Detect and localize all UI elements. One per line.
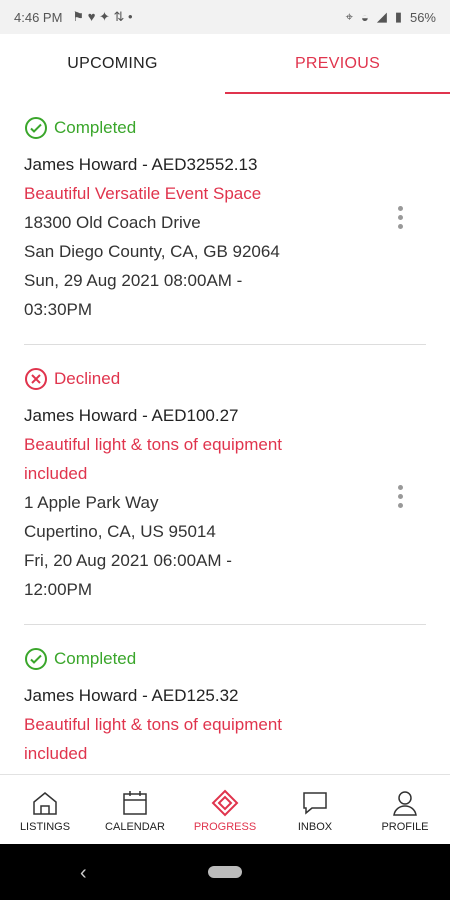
system-navigation-bar: ‹ <box>0 844 450 900</box>
venue-name-line-2[interactable]: included <box>24 739 426 768</box>
notification-icons: ⚑ ♥ ✦ ⇅ • <box>72 9 133 24</box>
tab-upcoming[interactable]: UPCOMING <box>0 34 225 94</box>
venue-name[interactable]: Beautiful Versatile Event Space <box>24 179 426 208</box>
booking-card[interactable]: Completed James Howard - AED125.32 Beaut… <box>24 625 426 774</box>
date-line-2: 03:30PM <box>24 300 93 319</box>
booking-list[interactable]: Completed James Howard - AED32552.13 Bea… <box>0 94 450 774</box>
status-bar: 4:46 PM ⚑ ♥ ✦ ⇅ • ⌖ ◒ ◢ ▮ 56% <box>0 0 450 34</box>
check-circle-icon <box>25 117 47 139</box>
back-icon[interactable]: ‹ <box>80 862 87 885</box>
signal-icon: ◢ <box>376 9 387 24</box>
chat-icon <box>303 791 327 815</box>
nav-listings[interactable]: LISTINGS <box>0 775 90 845</box>
more-options-icon[interactable] <box>396 485 404 508</box>
status-declined: Declined <box>24 367 426 391</box>
guest-amount: James Howard - AED100.27 <box>24 406 239 425</box>
address-line-1: 1 Apple Park Way <box>24 493 159 512</box>
nav-progress[interactable]: PROGRESS <box>180 775 270 845</box>
wifi-icon: ◒ <box>360 9 369 25</box>
nav-label: PROFILE <box>381 820 429 833</box>
guest-amount: James Howard - AED125.32 <box>24 686 239 705</box>
nav-calendar[interactable]: CALENDAR <box>90 775 180 845</box>
clock: 4:46 PM <box>14 9 63 25</box>
battery-icon: ▮ <box>394 9 402 24</box>
bottom-navigation: LISTINGS CALENDAR PROGRESS INBOX PROFILE <box>0 774 450 845</box>
date-line-2: 12:00PM <box>24 580 93 599</box>
booking-card[interactable]: Completed James Howard - AED32552.13 Bea… <box>24 94 426 345</box>
check-circle-icon <box>25 648 47 670</box>
venue-name-line-1[interactable]: Beautiful light & tons of equipment <box>24 430 426 459</box>
booking-tabs: UPCOMING PREVIOUS <box>0 34 450 94</box>
nav-label: LISTINGS <box>19 820 71 833</box>
address-line-2: Cupertino, CA, US 95014 <box>24 522 216 541</box>
date-line-1: Sun, 29 Aug 2021 08:00AM - <box>24 271 243 290</box>
calendar-icon <box>123 790 147 815</box>
nav-label: PROGRESS <box>193 820 257 833</box>
nav-inbox[interactable]: INBOX <box>270 775 360 845</box>
person-icon <box>393 790 417 816</box>
address-line-2: San Diego County, CA, GB 92064 <box>24 242 280 261</box>
date-line-1: Fri, 20 Aug 2021 06:00AM - <box>24 551 232 570</box>
guest-amount: James Howard - AED32552.13 <box>24 155 258 174</box>
house-icon <box>33 791 57 815</box>
nav-label: CALENDAR <box>105 820 165 833</box>
status-text: Completed <box>54 649 137 668</box>
status-text: Declined <box>54 369 121 388</box>
status-completed: Completed <box>24 116 426 140</box>
battery-percent: 56% <box>409 9 436 25</box>
location-icon: ⌖ <box>345 9 353 24</box>
nav-label: INBOX <box>297 820 333 833</box>
address-line-1: 18300 Old Coach Drive <box>24 213 201 232</box>
progress-logo-icon <box>211 789 239 816</box>
venue-name-line-2[interactable]: included <box>24 459 426 488</box>
home-pill[interactable] <box>208 866 242 878</box>
venue-name-line-1[interactable]: Beautiful light & tons of equipment <box>24 710 426 739</box>
status-text: Completed <box>54 118 137 137</box>
more-options-icon[interactable] <box>396 206 404 229</box>
status-completed: Completed <box>24 647 426 671</box>
x-circle-icon <box>25 368 47 390</box>
nav-profile[interactable]: PROFILE <box>360 775 450 845</box>
tab-previous[interactable]: PREVIOUS <box>225 34 450 94</box>
booking-card[interactable]: Declined James Howard - AED100.27 Beauti… <box>24 345 426 625</box>
